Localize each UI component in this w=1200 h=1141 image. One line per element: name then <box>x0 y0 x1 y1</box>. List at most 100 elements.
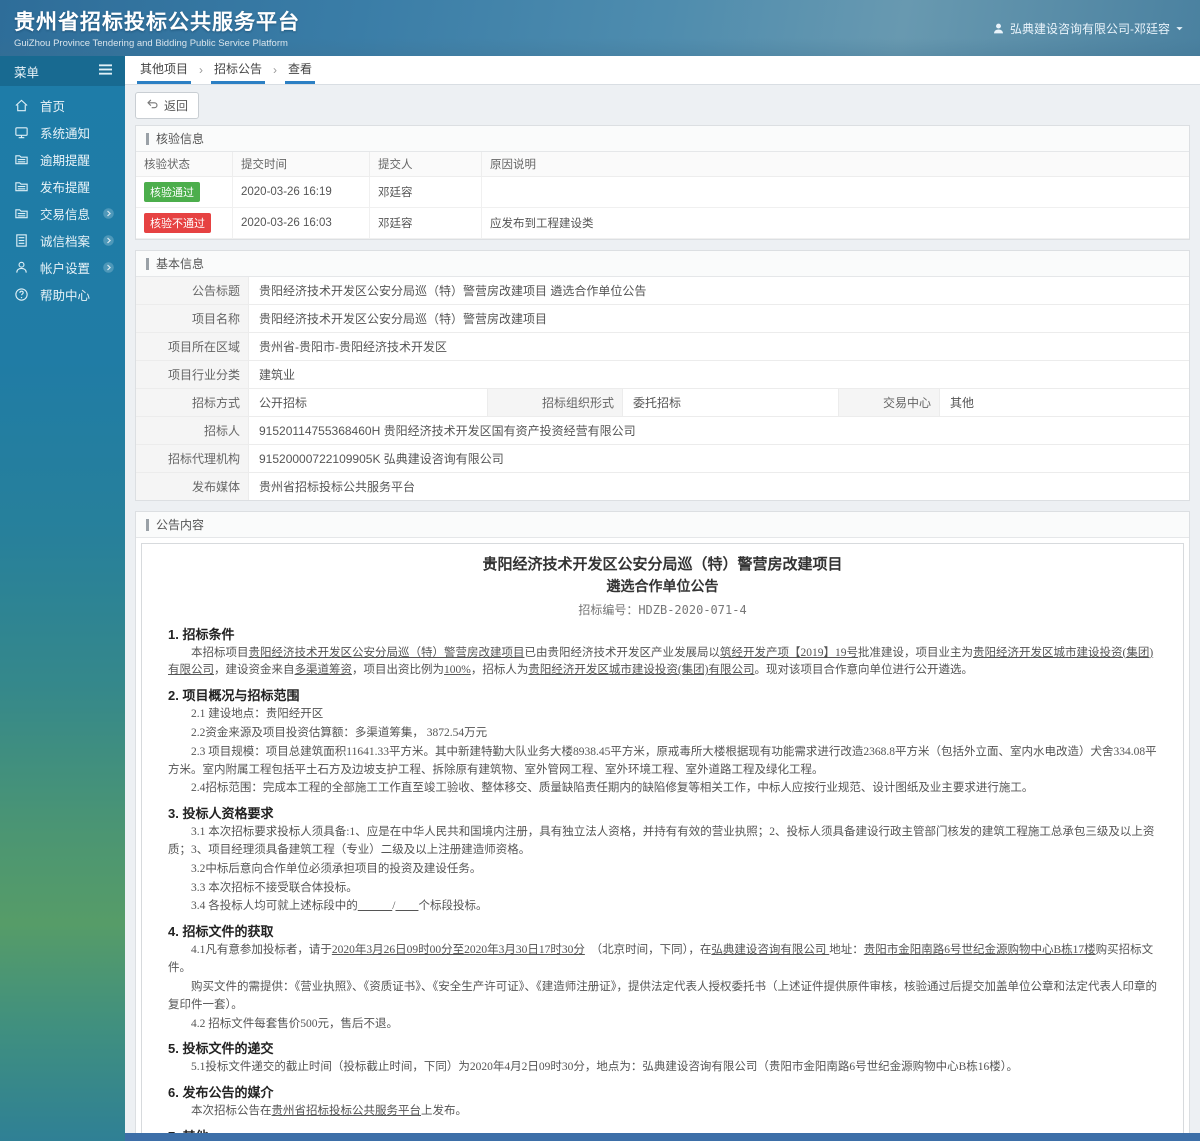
folder-icon <box>14 206 30 222</box>
paragraph: 4.2 招标文件每套售价500元，售后不退。 <box>168 1016 1157 1034</box>
sidebar-item-label: 逾期提醒 <box>40 154 91 168</box>
column-header: 原因说明 <box>481 152 1189 177</box>
list-icon <box>14 233 30 249</box>
basic-info-title: 基本信息 <box>156 257 205 271</box>
menu-label: 菜单 <box>14 65 40 80</box>
text-run: 3.4 各投标人均可就上述标段中的 <box>191 900 358 913</box>
section-heading: 3. 投标人资格要求 <box>168 806 274 822</box>
underlined-text: 贵阳市金阳南路6号世纪金源购物中心B栋17楼 <box>863 944 1096 957</box>
text-run: 3.1 本次招标要求投标人须具备:1、应是在中华人民共和国境内注册，具有独立法人… <box>168 826 1155 856</box>
field-value: 贵阳经济技术开发区公安分局巡（特）警营房改建项目 遴选合作单位公告 <box>259 284 647 298</box>
field-label: 交易中心 <box>838 389 940 416</box>
back-button[interactable]: 返回 <box>135 92 200 119</box>
field-label: 项目行业分类 <box>136 361 249 388</box>
main-content: 其他项目 › 招标公告 › 查看 返回 核验信息 核验状态 提交时间 提交人 原因说明 核验通… <box>125 56 1200 1141</box>
announcement-document: 贵阳经济技术开发区公安分局巡（特）警营房改建项目 遴选合作单位公告 招标编号：H… <box>141 543 1184 1141</box>
table-row: 核验不通过 2020-03-26 16:03 邓廷容 应发布到工程建设类 <box>136 207 1189 239</box>
basic-info-row: 招标人 91520114755368460H 贵阳经济技术开发区国有资产投资经营有… <box>136 417 1189 445</box>
chevron-right-icon <box>102 207 115 220</box>
breadcrumb-item-1[interactable]: 招标公告 <box>211 56 266 84</box>
paragraph: 2.4招标范围：完成本工程的全部施工工作直至竣工验收、整体移交、质量缺陷责任期内… <box>168 780 1157 798</box>
paragraph: 3.2中标后意向合作单位必须承担项目的投资及建设任务。 <box>168 861 1157 879</box>
verification-table: 核验状态 提交时间 提交人 原因说明 核验通过 2020-03-26 16:19 邓廷容核… <box>136 152 1189 239</box>
sidebar-item-label: 诚信档案 <box>40 235 91 249</box>
submitter: 邓廷容 <box>369 176 482 208</box>
underlined-text: 弘典建设咨询有限公司 <box>711 944 830 957</box>
sidebar-item-6[interactable]: 帐户设置 <box>0 254 125 281</box>
back-label: 返回 <box>164 99 189 113</box>
sidebar-item-1[interactable]: 系统通知 <box>0 119 125 146</box>
paragraph: 本招标项目贵阳经济技术开发区公安分局巡（特）警营房改建项目已由贵阳经济技术开发区… <box>168 645 1157 681</box>
text-run: 本招标项目 <box>191 646 249 659</box>
paragraph: 本次招标公告在贵州省招标投标公共服务平台上发布。 <box>168 1103 1157 1121</box>
field-value: 建筑业 <box>259 368 296 382</box>
breadcrumb-item-2[interactable]: 查看 <box>285 56 316 84</box>
paragraph: 购买文件的需提供：《营业执照》、《资质证书》、《安全生产许可证》、《建造师注册证… <box>168 979 1157 1015</box>
app-header: 贵州省招标投标公共服务平台 GuiZhou Province Tendering… <box>0 0 1200 56</box>
text-run: 批准建设，项目业主为 <box>858 646 973 659</box>
sidebar-item-0[interactable]: 首页 <box>0 92 125 119</box>
folder-icon <box>14 152 30 168</box>
breadcrumb-item-0[interactable]: 其他项目 <box>137 56 192 84</box>
field-value: 委托招标 <box>633 396 682 410</box>
chevron-right-icon <box>102 234 115 247</box>
field-value: 贵州省-贵阳市-贵阳经济技术开发区 <box>259 340 447 354</box>
paragraph: 4.1凡有意参加投标者，请于2020年3月26日09时00分至2020年3月30… <box>168 942 1157 978</box>
sidebar-item-5[interactable]: 诚信档案 <box>0 227 125 254</box>
text-run: 2.1 建设地点：贵阳经开区 <box>191 708 324 721</box>
chevron-right-icon <box>102 261 115 274</box>
status-badge: 核验不通过 <box>144 213 211 233</box>
sidebar-item-7[interactable]: 帮助中心 <box>0 281 125 308</box>
verification-title: 核验信息 <box>156 132 205 146</box>
underlined-text: 贵阳经济开发区城市建设投资(集团)有限公司 <box>528 664 755 677</box>
help-icon <box>14 287 30 303</box>
sidebar-item-label: 交易信息 <box>40 208 91 222</box>
submit-time: 2020-03-26 16:19 <box>232 176 370 208</box>
paragraph: 3.1 本次招标要求投标人须具备:1、应是在中华人民共和国境内注册，具有独立法人… <box>168 824 1157 860</box>
text-run: 5.1投标文件递交的截止时间（投标截止时间，下同）为2020年4月2日09时30… <box>191 1061 1019 1074</box>
sidebar-item-3[interactable]: 发布提醒 <box>0 173 125 200</box>
text-run: 购买文件的需提供：《营业执照》、《资质证书》、《安全生产许可证》、《建造师注册证… <box>168 980 1157 1011</box>
caret-down-icon <box>1175 24 1184 33</box>
announcement-body: 贵阳经济技术开发区公安分局巡（特）警营房改建项目 遴选合作单位公告 招标编号：H… <box>136 538 1189 1141</box>
field-value: 公开招标 <box>259 396 308 410</box>
field-pair: 交易中心 其他 <box>838 389 1189 416</box>
section-heading: 6. 发布公告的媒介 <box>168 1085 274 1101</box>
basic-info-row: 项目行业分类 建筑业 <box>136 361 1189 389</box>
sidebar-item-2[interactable]: 逾期提醒 <box>0 146 125 173</box>
footer-bar <box>125 1133 1200 1141</box>
field-value: 其他 <box>950 396 975 410</box>
text-run: 个标段投标。 <box>418 900 488 913</box>
sidebar-item-label: 首页 <box>40 100 66 114</box>
sidebar-item-label: 发布提醒 <box>40 181 91 195</box>
text-run: 4.1凡有意参加投标者，请于 <box>191 944 332 957</box>
field-label: 项目名称 <box>136 305 249 332</box>
sidebar-item-4[interactable]: 交易信息 <box>0 200 125 227</box>
field-value: 贵州省招标投标公共服务平台 <box>259 480 416 494</box>
text-run: 地址： <box>829 944 864 957</box>
monitor-icon <box>14 125 30 141</box>
section-heading: 5. 投标文件的递交 <box>168 1041 274 1057</box>
underlined-text <box>395 900 418 912</box>
field-label: 公告标题 <box>136 277 249 304</box>
section-heading: 1. 招标条件 <box>168 626 235 642</box>
hamburger-icon[interactable] <box>98 63 113 79</box>
announcement-title: 公告内容 <box>156 518 205 532</box>
text-run: ，招标人为 <box>470 664 529 677</box>
paragraph: 2.2资金来源及项目投资估算额：多渠道筹集， 3872.54万元 <box>168 725 1157 743</box>
field-label: 发布媒体 <box>136 473 249 500</box>
underlined-text: 贵阳经济技术开发区公安分局巡（特）警营房改建项目 <box>248 646 525 659</box>
basic-info-panel-header: 基本信息 <box>136 251 1189 277</box>
sidebar-menu: 首页系统通知逾期提醒发布提醒交易信息诚信档案帐户设置 帮助中心 <box>0 86 125 308</box>
text-run: 。现对该项目合作意向单位进行公开遴选。 <box>754 664 974 677</box>
section-heading: 4. 招标文件的获取 <box>168 924 274 940</box>
platform-subtitle: GuiZhou Province Tendering and Bidding P… <box>14 38 288 49</box>
text-run: 4.2 招标文件每套售价500元，售后不退。 <box>191 1017 398 1030</box>
basic-info-row: 公告标题 贵阳经济技术开发区公安分局巡（特）警营房改建项目 遴选合作单位公告 <box>136 277 1189 305</box>
field-pair: 招标代理机构 91520000722109905K 弘典建设咨询有限公司 <box>136 445 1189 472</box>
user-menu[interactable]: 弘典建设咨询有限公司-邓廷容 <box>992 20 1184 37</box>
field-pair: 项目所在区域 贵州省-贵阳市-贵阳经济技术开发区 <box>136 333 1189 360</box>
section-marker-icon <box>146 257 149 270</box>
status-badge: 核验通过 <box>144 182 200 202</box>
verification-table-header: 核验状态 提交时间 提交人 原因说明 <box>136 152 1189 177</box>
